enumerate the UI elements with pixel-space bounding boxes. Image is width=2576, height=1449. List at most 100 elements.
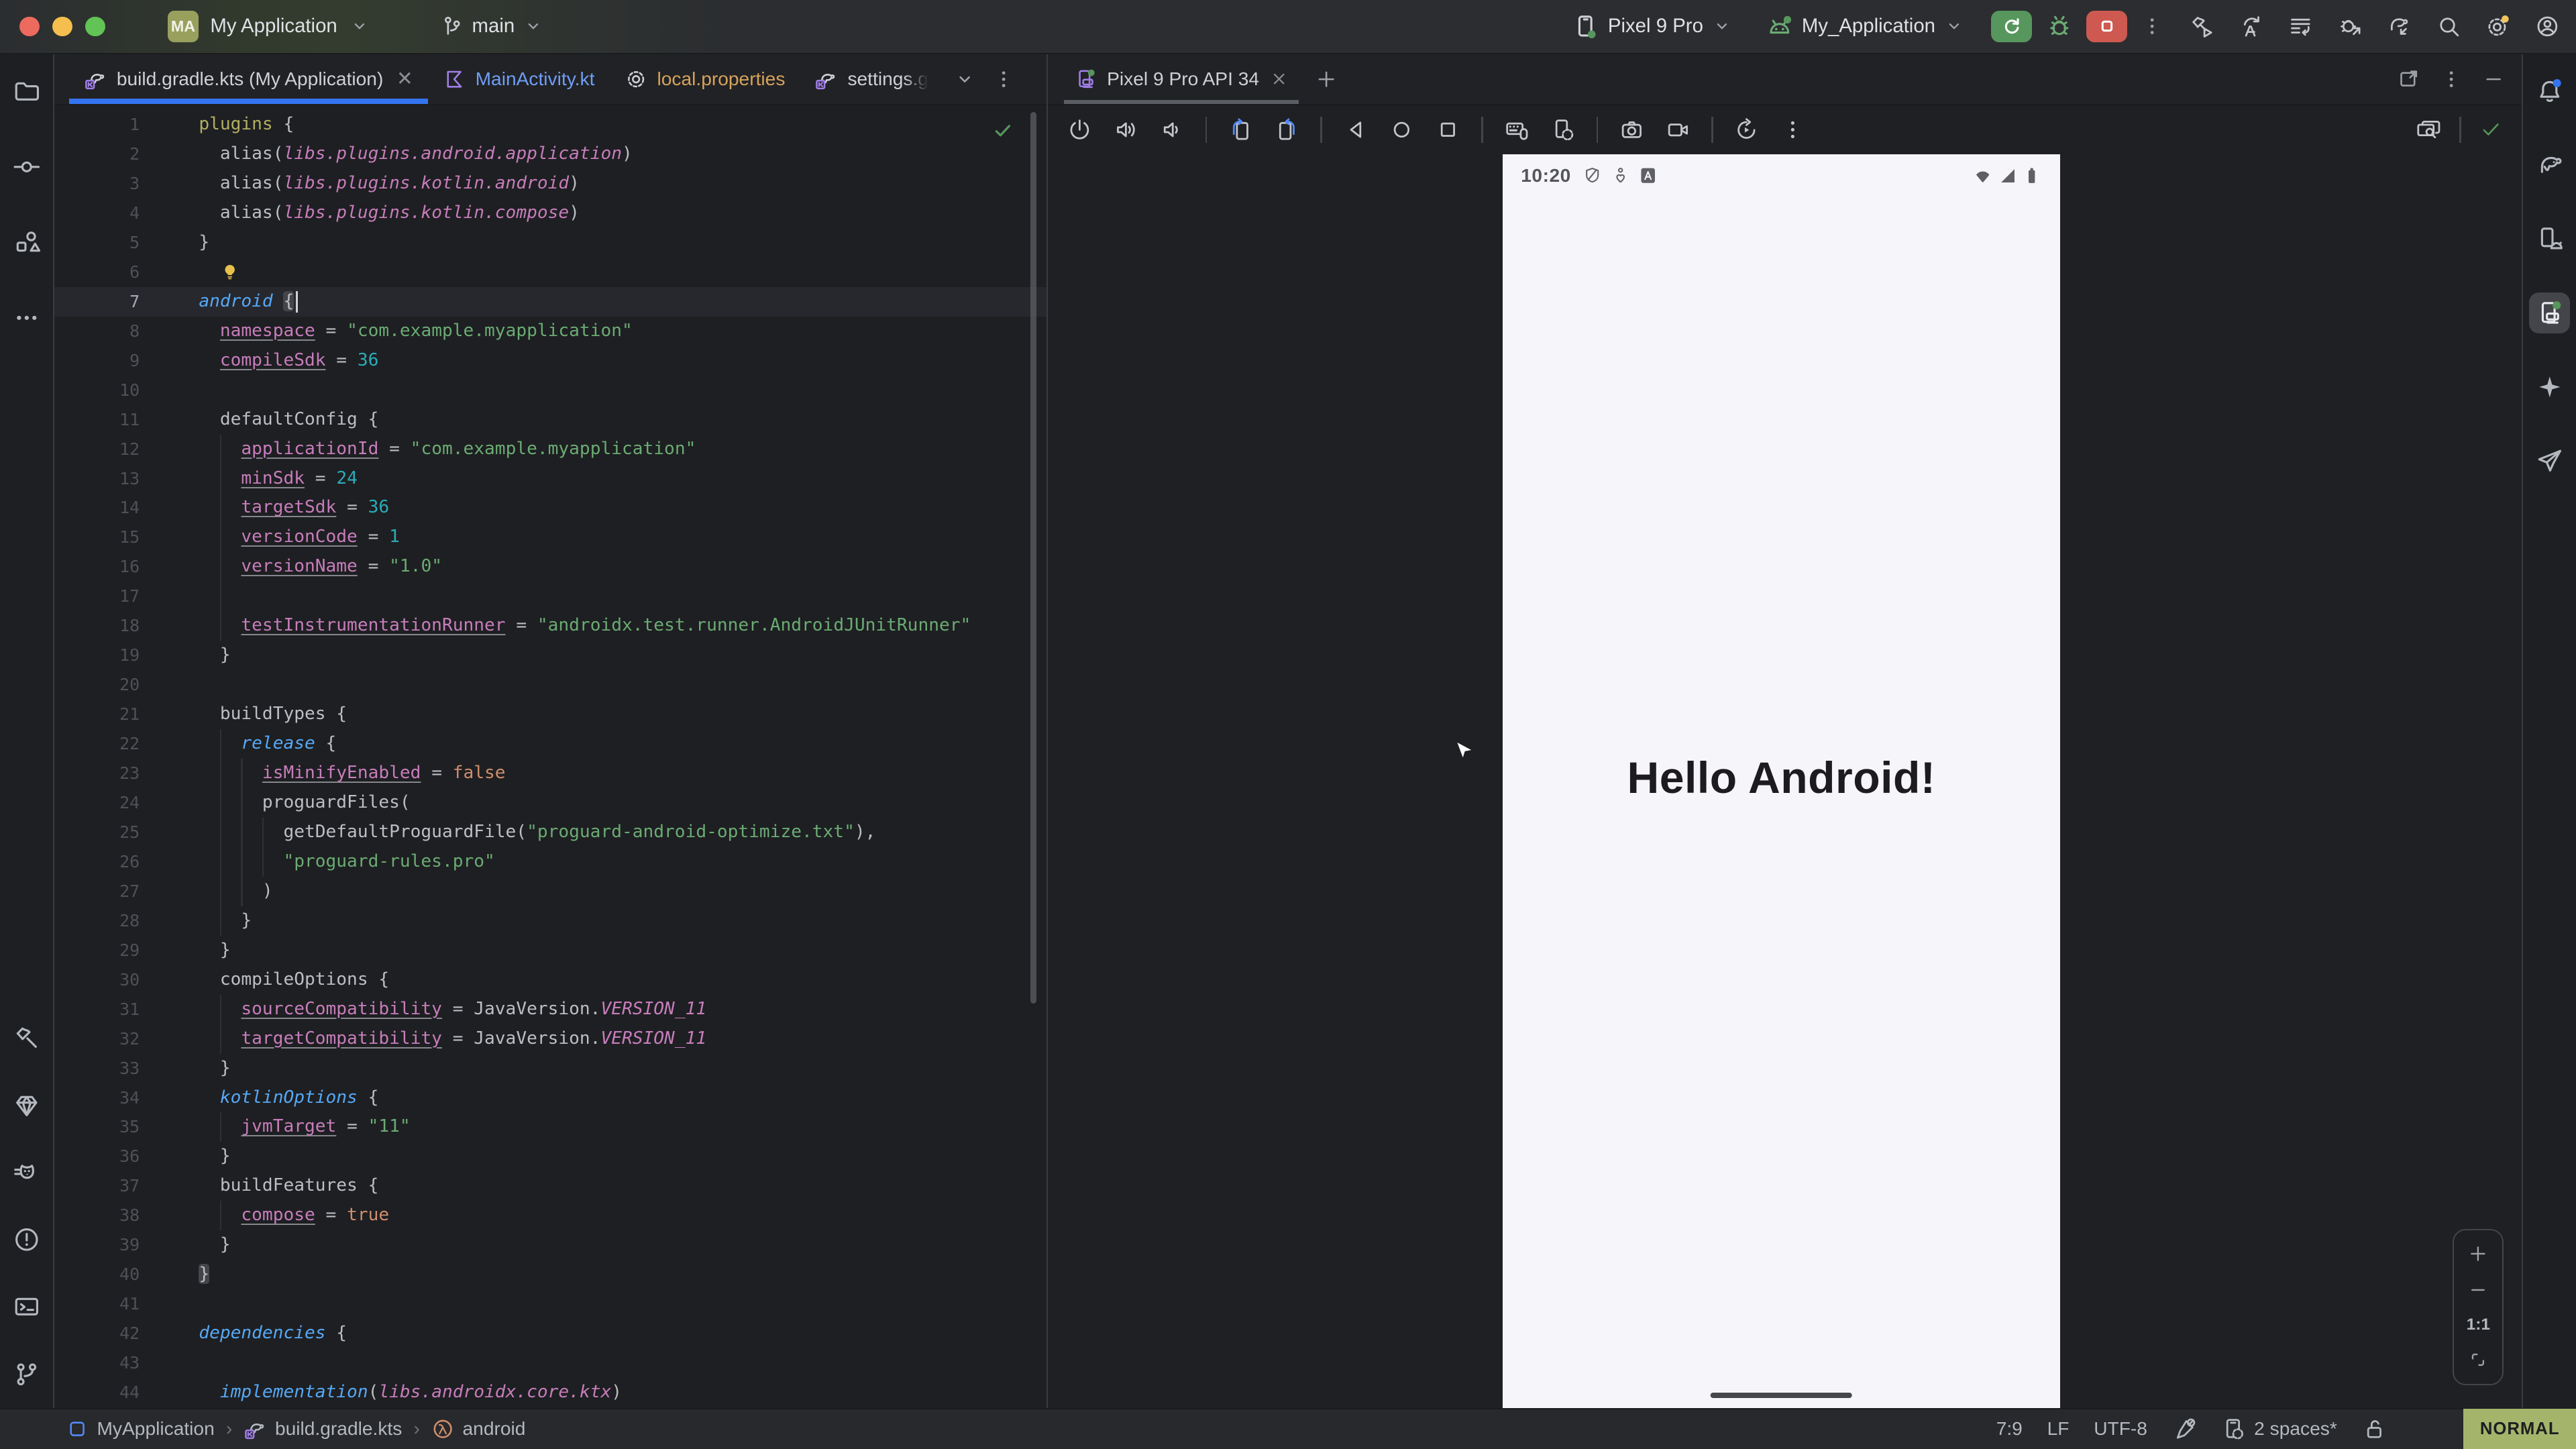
editor-tab-0[interactable]: build.gradle.kts (My Application)✕ <box>69 54 428 104</box>
apply-restart-icon[interactable] <box>2239 14 2264 39</box>
breadcrumb-item-build.gradle.kts[interactable]: build.gradle.kts <box>244 1417 402 1440</box>
code-line-11[interactable]: 11 defaultConfig { <box>54 405 1046 435</box>
code-line-3[interactable]: 3 alias(libs.plugins.kotlin.android) <box>54 169 1046 199</box>
code-line-17[interactable]: 17 <box>54 582 1046 611</box>
vol-up-icon[interactable] <box>1114 117 1138 142</box>
highlighting-level-icon[interactable] <box>2172 1417 2197 1442</box>
zoom-fit-button[interactable] <box>2467 1349 2489 1371</box>
code-line-23[interactable]: 23 isMinifyEnabled = false <box>54 759 1046 788</box>
inspections-ok-icon[interactable] <box>992 120 1014 142</box>
code-line-28[interactable]: 28 } <box>54 906 1046 936</box>
power-icon[interactable] <box>1067 117 1092 142</box>
open-new-icon[interactable] <box>2397 68 2420 91</box>
gear-dot-icon[interactable] <box>2485 14 2510 39</box>
camera-icon[interactable] <box>1619 117 1644 142</box>
code-line-21[interactable]: 21 buildTypes { <box>54 700 1046 729</box>
zoom-actual-size-button[interactable]: 1:1 <box>2467 1316 2490 1334</box>
tool-strip-item-sparkle[interactable] <box>2529 366 2570 407</box>
code-line-8[interactable]: 8 namespace = "com.example.myapplication… <box>54 317 1046 346</box>
code-line-39[interactable]: 39 } <box>54 1230 1046 1260</box>
code-line-35[interactable]: 35 jvmTarget = "11" <box>54 1112 1046 1142</box>
search-icon[interactable] <box>2436 14 2461 39</box>
code-editor[interactable]: 1plugins {2 alias(libs.plugins.android.a… <box>54 105 1046 1408</box>
tool-strip-item-git[interactable] <box>6 1354 47 1395</box>
add-device-tab-button[interactable] <box>1315 68 1338 91</box>
check-icon[interactable] <box>2479 118 2502 141</box>
code-line-2[interactable]: 2 alias(libs.plugins.android.application… <box>54 140 1046 169</box>
editor-tab-2[interactable]: local.properties <box>609 54 800 104</box>
tool-strip-item-logcat[interactable] <box>6 1152 47 1193</box>
minimize-window-button[interactable] <box>52 17 72 36</box>
vcs-branch-widget[interactable]: main <box>439 14 545 39</box>
back-tri-icon[interactable] <box>1344 117 1368 142</box>
tool-strip-item-gradle[interactable] <box>2529 144 2570 185</box>
screen-search-icon[interactable] <box>2416 117 2441 142</box>
code-line-25[interactable]: 25 getDefaultProguardFile("proguard-andr… <box>54 818 1046 847</box>
gradle-sync-icon[interactable] <box>2387 14 2412 39</box>
more-run-actions-button[interactable] <box>2141 15 2163 38</box>
code-line-34[interactable]: 34 kotlinOptions { <box>54 1083 1046 1113</box>
tool-strip-item-build-hammer[interactable] <box>6 1017 47 1058</box>
device-selector[interactable]: Pixel 9 Pro <box>1572 13 1733 41</box>
tool-strip-item-folder[interactable] <box>6 70 47 111</box>
code-line-16[interactable]: 16 versionName = "1.0" <box>54 552 1046 582</box>
more-v-icon[interactable] <box>992 68 1015 91</box>
editor-tab-3[interactable]: settings.g <box>800 54 943 104</box>
code-line-5[interactable]: 5} <box>54 228 1046 258</box>
chevron-down-icon[interactable] <box>953 68 976 91</box>
tool-strip-item-bell[interactable] <box>2529 70 2570 111</box>
breadcrumb-item-android[interactable]: android <box>431 1417 525 1440</box>
breadcrumb-item-MyApplication[interactable]: MyApplication <box>66 1417 215 1440</box>
encoding-widget[interactable]: UTF-8 <box>2094 1418 2147 1440</box>
code-line-38[interactable]: 38 compose = true <box>54 1201 1046 1230</box>
rot-right-icon[interactable] <box>1275 117 1299 142</box>
code-line-13[interactable]: 13 minSdk = 24 <box>54 464 1046 494</box>
vim-mode-badge[interactable]: NORMAL <box>2463 1409 2576 1449</box>
vol-down-icon[interactable] <box>1159 117 1184 142</box>
attach-debug-icon[interactable] <box>2338 14 2363 39</box>
indent-widget[interactable]: 2 spaces* <box>2221 1417 2337 1442</box>
minus-icon[interactable] <box>2482 68 2505 91</box>
gesture-navigation-bar[interactable] <box>1711 1393 1852 1399</box>
reset-icon[interactable] <box>1734 117 1759 142</box>
phone-gear-icon[interactable] <box>1550 117 1575 142</box>
editor-tab-1[interactable]: MainActivity.kt <box>428 54 610 104</box>
code-line-31[interactable]: 31 sourceCompatibility = JavaVersion.VER… <box>54 995 1046 1024</box>
code-line-10[interactable]: 10 <box>54 376 1046 405</box>
code-line-7[interactable]: 7android { <box>54 287 1046 317</box>
zoom-in-button[interactable] <box>2467 1243 2489 1265</box>
code-line-24[interactable]: 24 proguardFiles( <box>54 788 1046 818</box>
code-line-26[interactable]: 26 "proguard-rules.pro" <box>54 847 1046 877</box>
tool-strip-item-more-h[interactable] <box>6 297 47 338</box>
code-line-15[interactable]: 15 versionCode = 1 <box>54 523 1046 552</box>
code-line-41[interactable]: 41 <box>54 1289 1046 1319</box>
code-line-4[interactable]: 4 alias(libs.plugins.kotlin.compose) <box>54 199 1046 228</box>
stop-button[interactable] <box>2086 11 2127 42</box>
recents-sq-icon[interactable] <box>1436 117 1460 142</box>
more-v-icon[interactable] <box>2440 68 2463 91</box>
code-line-29[interactable]: 29 } <box>54 936 1046 965</box>
close-tab-icon[interactable]: ✕ <box>396 67 413 91</box>
debug-button[interactable] <box>2045 13 2074 41</box>
rot-left-icon[interactable] <box>1228 117 1253 142</box>
caret-position-widget[interactable]: 7:9 <box>1996 1418 2023 1440</box>
code-line-44[interactable]: 44 implementation(libs.androidx.core.ktx… <box>54 1378 1046 1407</box>
code-line-20[interactable]: 20 <box>54 670 1046 700</box>
code-line-27[interactable]: 27 ) <box>54 877 1046 906</box>
code-line-33[interactable]: 33 } <box>54 1054 1046 1083</box>
code-line-42[interactable]: 42dependencies { <box>54 1319 1046 1348</box>
device-tab[interactable]: Pixel 9 Pro API 34 <box>1061 54 1302 104</box>
tool-strip-item-running-devices[interactable] <box>2529 292 2570 333</box>
code-line-9[interactable]: 9 compileSdk = 36 <box>54 346 1046 376</box>
maximize-window-button[interactable] <box>85 17 105 36</box>
tool-strip-item-plane[interactable] <box>2529 440 2570 481</box>
code-line-12[interactable]: 12 applicationId = "com.example.myapplic… <box>54 435 1046 464</box>
tool-strip-item-problems[interactable] <box>6 1219 47 1260</box>
code-line-1[interactable]: 1plugins { <box>54 110 1046 140</box>
tool-strip-item-device-manager[interactable] <box>2529 219 2570 260</box>
account-icon[interactable] <box>2535 14 2560 39</box>
run-configuration-selector[interactable]: My_Application <box>1766 13 1965 41</box>
ideavim-icon[interactable] <box>2411 1417 2436 1442</box>
line-ending-widget[interactable]: LF <box>2047 1418 2070 1440</box>
device-screen[interactable]: 10:20 Hello Android! <box>1503 154 2059 1408</box>
